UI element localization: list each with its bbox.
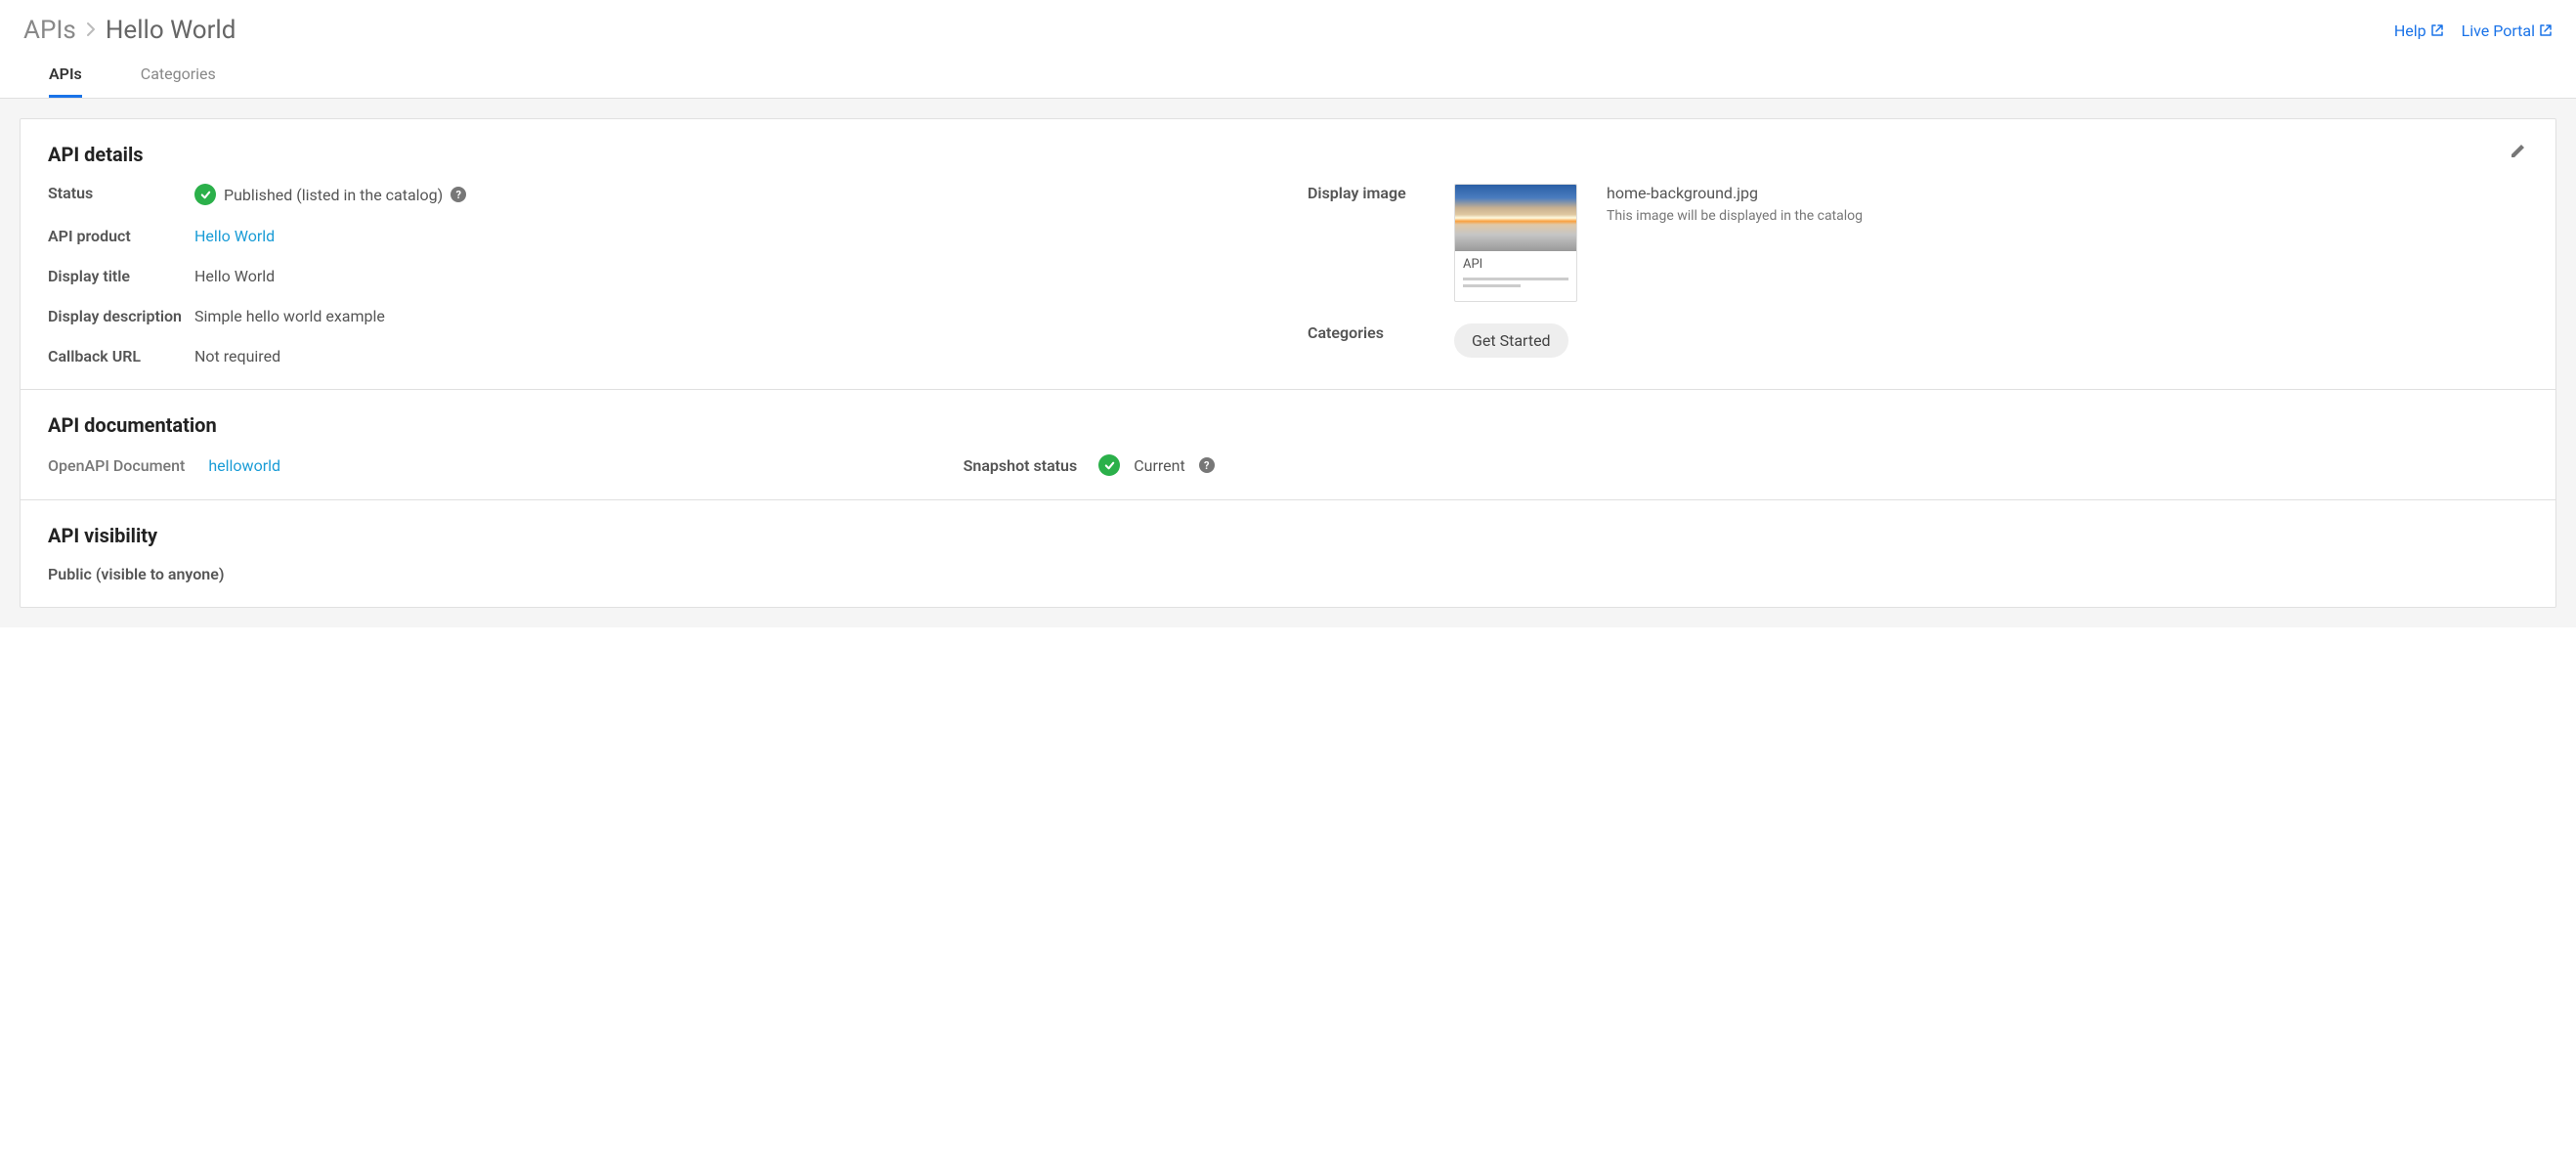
display-title-label: Display title (48, 267, 194, 285)
callback-url-value: Not required (194, 347, 280, 365)
external-link-icon (2539, 23, 2553, 37)
tab-categories[interactable]: Categories (141, 64, 216, 98)
callback-url-label: Callback URL (48, 347, 194, 365)
help-icon[interactable]: ? (451, 187, 466, 202)
api-visibility-section: API visibility Public (visible to anyone… (21, 500, 2555, 607)
openapi-document-link[interactable]: helloworld (208, 456, 280, 475)
edit-button[interactable] (2509, 141, 2528, 164)
section-title-api-visibility: API visibility (48, 524, 2528, 547)
display-title-value: Hello World (194, 267, 275, 285)
api-details-section: API details Status Published (listed in … (21, 119, 2555, 390)
chevron-right-icon (86, 19, 96, 43)
snapshot-status-label: Snapshot status (964, 456, 1078, 475)
external-link-icon (2430, 23, 2444, 37)
help-link-label: Help (2394, 21, 2426, 40)
tab-apis[interactable]: APIs (49, 64, 82, 98)
categories-label: Categories (1308, 323, 1454, 342)
check-circle-icon (1098, 454, 1120, 476)
api-documentation-section: API documentation OpenAPI Document hello… (21, 390, 2555, 500)
image-description: This image will be displayed in the cata… (1607, 208, 1863, 224)
display-description-value: Simple hello world example (194, 307, 385, 325)
visibility-value: Public (visible to anyone) (48, 565, 2528, 583)
preview-card-title: API (1463, 257, 1568, 272)
check-circle-icon (194, 184, 216, 205)
breadcrumb: APIs Hello World (23, 16, 236, 45)
category-chip: Get Started (1454, 323, 1568, 358)
status-value: Published (listed in the catalog) (224, 186, 443, 204)
display-description-label: Display description (48, 307, 194, 325)
section-title-api-documentation: API documentation (48, 413, 2528, 437)
placeholder-line (1463, 284, 1521, 287)
display-image-label: Display image (1308, 184, 1454, 202)
openapi-document-label: OpenAPI Document (48, 456, 185, 475)
image-filename: home-background.jpg (1607, 184, 1863, 202)
tabs: APIs Categories (0, 45, 2576, 99)
placeholder-line (1463, 278, 1568, 280)
help-icon[interactable]: ? (1199, 457, 1215, 473)
api-product-link[interactable]: Hello World (194, 227, 275, 245)
live-portal-link[interactable]: Live Portal (2462, 21, 2553, 40)
section-title-api-details: API details (48, 143, 2528, 166)
live-portal-link-label: Live Portal (2462, 21, 2535, 40)
breadcrumb-root[interactable]: APIs (23, 16, 76, 45)
api-product-label: API product (48, 227, 194, 245)
status-label: Status (48, 184, 194, 202)
snapshot-status-value: Current (1134, 456, 1184, 475)
image-thumbnail (1455, 185, 1576, 251)
breadcrumb-current: Hello World (106, 16, 236, 45)
display-image-preview: API (1454, 184, 1577, 302)
help-link[interactable]: Help (2394, 21, 2444, 40)
